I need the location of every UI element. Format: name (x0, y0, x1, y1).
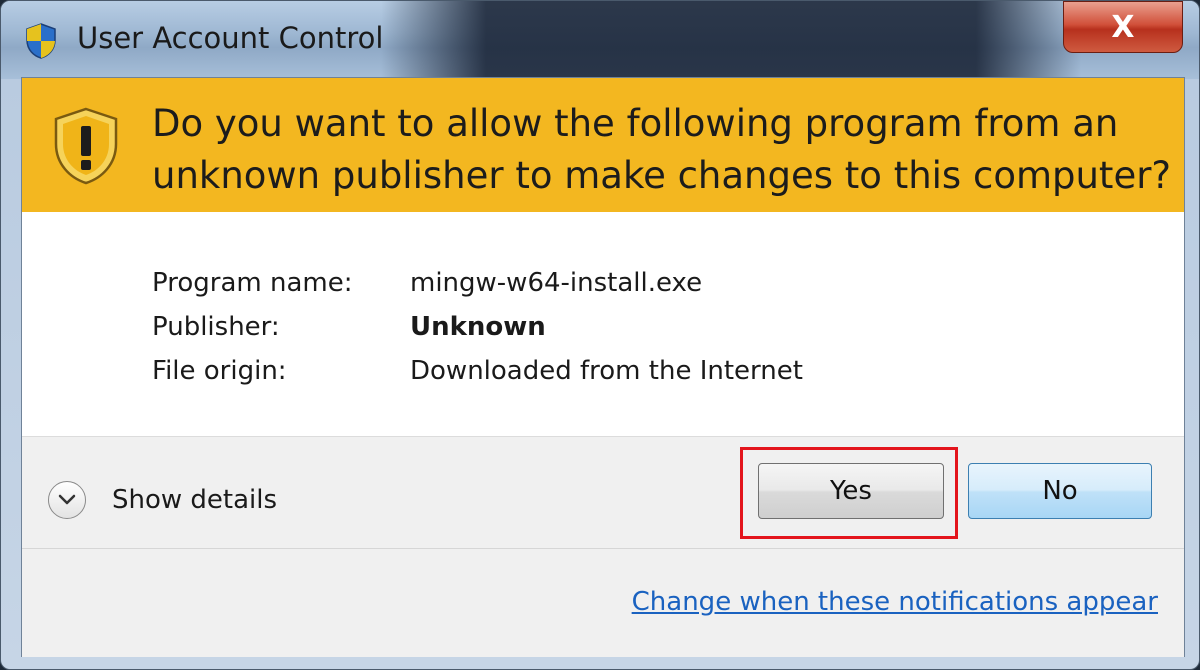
yes-button[interactable]: Yes (758, 463, 944, 519)
title-bar-backdrop (381, 1, 1081, 77)
dialog-content: Do you want to allow the following progr… (21, 77, 1185, 657)
link-bar: Change when these notifications appear (22, 548, 1184, 657)
info-label: File origin: (152, 356, 287, 386)
warning-shield-icon (52, 106, 120, 186)
info-value: mingw-w64-install.exe (410, 268, 703, 298)
chevron-down-icon[interactable] (48, 481, 86, 519)
info-row-publisher: Publisher: Unknown (152, 312, 803, 356)
uac-dialog: User Account Control X Do you want to al… (0, 0, 1200, 670)
uac-shield-icon (25, 23, 57, 59)
show-details-toggle[interactable]: Show details (48, 481, 277, 519)
warning-banner: Do you want to allow the following progr… (22, 78, 1184, 212)
info-label: Program name: (152, 268, 353, 298)
info-row-file-origin: File origin: Downloaded from the Interne… (152, 356, 803, 400)
info-value: Downloaded from the Internet (410, 356, 803, 386)
uac-question: Do you want to allow the following progr… (152, 102, 1172, 197)
show-details-label[interactable]: Show details (112, 485, 277, 515)
info-label: Publisher: (152, 312, 280, 342)
no-button[interactable]: No (968, 463, 1152, 519)
change-notifications-link[interactable]: Change when these notifications appear (632, 587, 1158, 617)
program-info: Program name: mingw-w64-install.exe Publ… (152, 268, 803, 400)
close-button[interactable]: X (1063, 1, 1183, 53)
info-value: Unknown (410, 312, 546, 342)
button-bar: Show details Yes No (22, 436, 1184, 549)
window-title: User Account Control (77, 21, 384, 55)
close-icon: X (1111, 9, 1135, 45)
title-bar[interactable]: User Account Control X (1, 1, 1199, 79)
info-row-program-name: Program name: mingw-w64-install.exe (152, 268, 803, 312)
